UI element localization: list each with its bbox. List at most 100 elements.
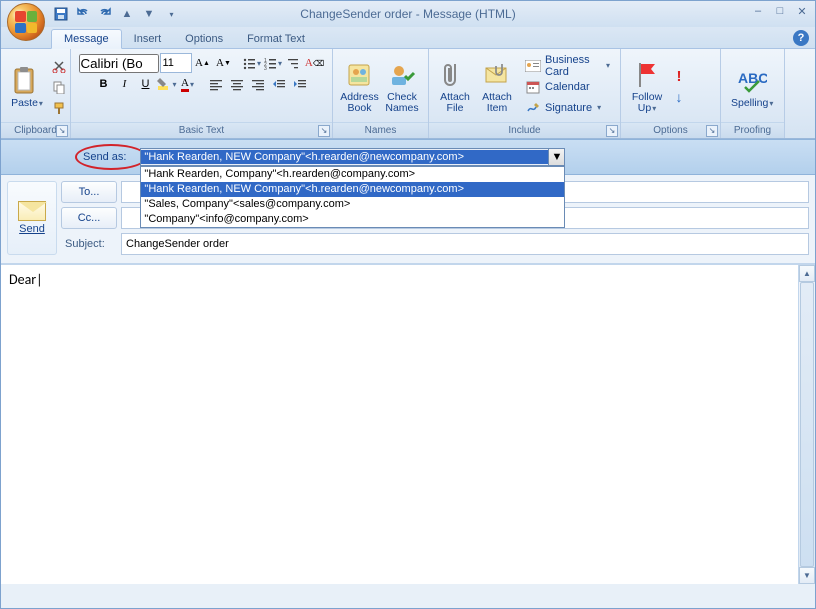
- calendar-label: Calendar: [545, 81, 590, 93]
- scroll-up-icon[interactable]: ▲: [799, 265, 815, 282]
- qat-next-icon[interactable]: ▼: [139, 4, 159, 24]
- cut-icon[interactable]: [49, 56, 69, 76]
- spelling-button[interactable]: ABC Spelling▾: [727, 63, 777, 111]
- group-basic-text: A▲ A▼ ▾ 123▾ A⌫ B I U ▾ A▾: [71, 49, 333, 138]
- attach-file-label: Attach File: [440, 92, 470, 114]
- paste-label: Paste: [11, 97, 38, 109]
- send-as-dropdown[interactable]: "Hank Rearden, NEW Company"<h.rearden@ne…: [140, 148, 565, 166]
- align-center-icon[interactable]: [227, 74, 247, 94]
- redo-icon[interactable]: [95, 4, 115, 24]
- group-options: Follow Up▾ ! ↓ Options↘: [621, 49, 721, 138]
- align-left-icon[interactable]: [206, 74, 226, 94]
- group-include: Attach File Attach Item Business Card▾ C…: [429, 49, 621, 138]
- group-proofing-label: Proofing: [721, 122, 784, 138]
- close-button[interactable]: ✕: [793, 3, 811, 19]
- send-button[interactable]: Send: [7, 181, 57, 255]
- svg-text:ABC: ABC: [738, 70, 767, 86]
- ribbon: Paste▾ Clipboard↘ A▲ A▼ ▾ 123▾ A⌫: [1, 49, 815, 139]
- font-color-icon[interactable]: A▾: [178, 74, 198, 94]
- signature-label: Signature: [545, 102, 592, 114]
- address-book-label: Address Book: [340, 92, 379, 114]
- chevron-down-icon[interactable]: ▼: [548, 149, 564, 165]
- attach-item-button[interactable]: Attach Item: [477, 57, 517, 116]
- multilevel-list-icon[interactable]: [284, 53, 304, 73]
- title-bar: ▲ ▼ ▾ ChangeSender order - Message (HTML…: [1, 1, 815, 27]
- highlight-icon[interactable]: ▾: [157, 74, 177, 94]
- grow-font-icon[interactable]: A▲: [193, 53, 213, 73]
- group-names: Address Book Check Names Names: [333, 49, 429, 138]
- qat-customize-icon[interactable]: ▾: [161, 4, 181, 24]
- help-icon[interactable]: ?: [793, 30, 809, 46]
- group-include-label: Include: [508, 125, 540, 136]
- group-basic-text-label: Basic Text: [179, 125, 224, 136]
- follow-up-button[interactable]: Follow Up▾: [627, 57, 667, 116]
- increase-indent-icon[interactable]: [290, 74, 310, 94]
- business-card-label: Business Card: [545, 54, 601, 78]
- underline-icon[interactable]: U: [136, 74, 156, 94]
- send-label: Send: [19, 223, 45, 235]
- qat-prev-icon[interactable]: ▲: [117, 4, 137, 24]
- group-names-label: Names: [333, 122, 428, 138]
- align-right-icon[interactable]: [248, 74, 268, 94]
- group-clipboard: Paste▾ Clipboard↘: [1, 49, 71, 138]
- minimize-button[interactable]: –: [749, 3, 767, 19]
- follow-up-label: Follow Up: [632, 91, 662, 114]
- send-as-bar: Send as: "Hank Rearden, NEW Company"<h.r…: [1, 139, 815, 175]
- spelling-label: Spelling: [731, 97, 768, 109]
- send-as-option[interactable]: "Hank Rearden, NEW Company"<h.rearden@ne…: [141, 182, 564, 197]
- low-importance-icon[interactable]: ↓: [669, 87, 689, 107]
- maximize-button[interactable]: □: [771, 3, 789, 19]
- bullets-icon[interactable]: ▾: [242, 53, 262, 73]
- tab-format-text[interactable]: Format Text: [235, 30, 317, 48]
- send-as-option[interactable]: "Sales, Company"<sales@company.com>: [141, 197, 564, 212]
- decrease-indent-icon[interactable]: [269, 74, 289, 94]
- ribbon-tabs: Message Insert Options Format Text ?: [1, 27, 815, 49]
- copy-icon[interactable]: [49, 77, 69, 97]
- message-body[interactable]: Dear 📋 ▲ ▼: [1, 264, 815, 584]
- bold-icon[interactable]: B: [94, 74, 114, 94]
- attach-item-label: Attach Item: [482, 92, 512, 114]
- format-painter-icon[interactable]: [49, 98, 69, 118]
- font-size-combo[interactable]: [160, 53, 192, 73]
- send-as-option[interactable]: "Company"<info@company.com>: [141, 212, 564, 227]
- tab-options[interactable]: Options: [173, 30, 235, 48]
- paste-button[interactable]: Paste▾: [7, 63, 47, 111]
- group-clipboard-label: Clipboard: [14, 125, 57, 136]
- italic-icon[interactable]: I: [115, 74, 135, 94]
- business-card-button[interactable]: Business Card▾: [521, 56, 614, 76]
- signature-button[interactable]: Signature▾: [521, 98, 614, 118]
- office-button[interactable]: [7, 3, 45, 41]
- tab-insert[interactable]: Insert: [122, 30, 174, 48]
- check-names-button[interactable]: Check Names: [382, 57, 422, 116]
- send-as-selected: "Hank Rearden, NEW Company"<h.rearden@ne…: [141, 150, 548, 164]
- options-dialog-launcher[interactable]: ↘: [706, 125, 718, 137]
- tab-message[interactable]: Message: [51, 29, 122, 49]
- svg-text:3: 3: [264, 66, 267, 70]
- check-names-label: Check Names: [385, 92, 418, 114]
- include-dialog-launcher[interactable]: ↘: [606, 125, 618, 137]
- envelope-icon: [18, 201, 46, 221]
- numbering-icon[interactable]: 123▾: [263, 53, 283, 73]
- subject-label: Subject:: [61, 238, 117, 250]
- scroll-thumb[interactable]: [800, 282, 814, 567]
- high-importance-icon[interactable]: !: [669, 66, 689, 86]
- address-book-button[interactable]: Address Book: [339, 57, 380, 116]
- undo-icon[interactable]: [73, 4, 93, 24]
- shrink-font-icon[interactable]: A▼: [214, 53, 234, 73]
- calendar-button[interactable]: Calendar: [521, 77, 614, 97]
- clipboard-dialog-launcher[interactable]: ↘: [56, 125, 68, 137]
- save-icon[interactable]: [51, 4, 71, 24]
- to-button[interactable]: To...: [61, 181, 117, 203]
- subject-field[interactable]: [121, 233, 809, 255]
- cc-button[interactable]: Cc...: [61, 207, 117, 229]
- group-proofing: ABC Spelling▾ Proofing: [721, 49, 785, 138]
- clear-formatting-icon[interactable]: A⌫: [305, 53, 325, 73]
- basic-text-dialog-launcher[interactable]: ↘: [318, 125, 330, 137]
- vertical-scrollbar[interactable]: ▲ ▼: [798, 265, 815, 584]
- send-as-option[interactable]: "Hank Rearden, Company"<h.rearden@compan…: [141, 167, 564, 182]
- scroll-down-icon[interactable]: ▼: [799, 567, 815, 584]
- attach-file-button[interactable]: Attach File: [435, 57, 475, 116]
- send-as-option-list[interactable]: "Hank Rearden, Company"<h.rearden@compan…: [140, 166, 565, 228]
- font-name-combo[interactable]: [79, 54, 159, 73]
- body-text: Dear: [9, 271, 36, 288]
